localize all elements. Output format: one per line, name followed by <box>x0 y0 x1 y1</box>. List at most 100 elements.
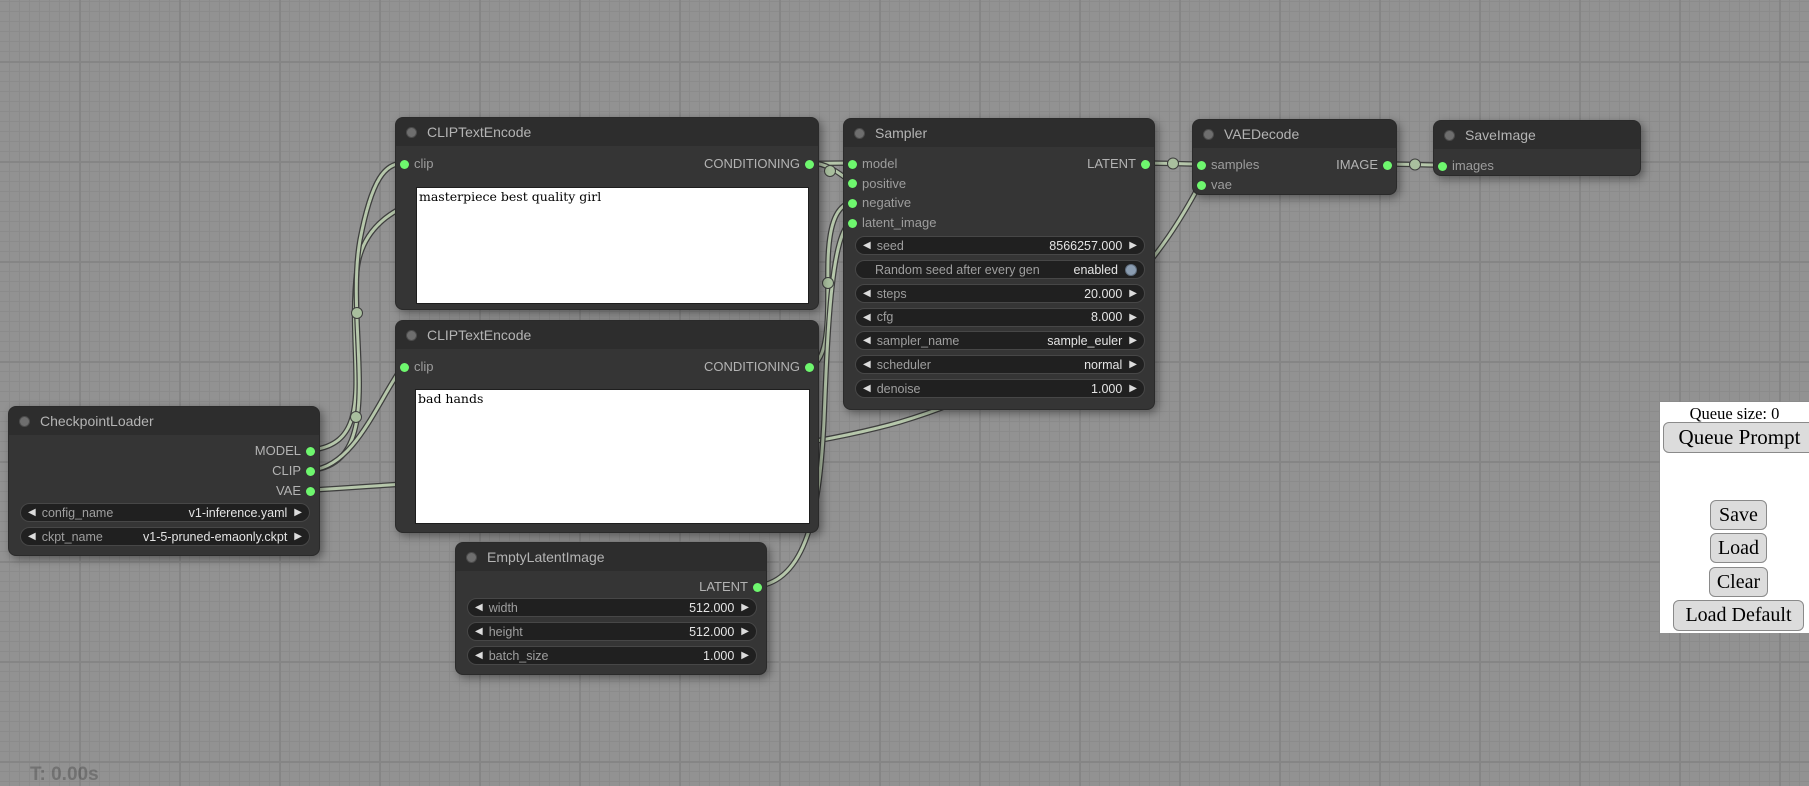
widget-height[interactable]: ◀ height 512.000 ▶ <box>467 622 757 641</box>
widget-cfg[interactable]: ◀ cfg 8.000 ▶ <box>855 308 1145 327</box>
input-slot-latent-image[interactable]: latent_image <box>844 213 936 233</box>
collapse-dot-icon[interactable] <box>19 416 30 427</box>
decrement-arrow-icon[interactable]: ◀ <box>863 380 871 397</box>
decrement-arrow-icon[interactable]: ◀ <box>863 237 871 254</box>
output-slot-model[interactable]: MODEL <box>9 441 319 461</box>
increment-arrow-icon[interactable]: ▶ <box>1129 380 1137 397</box>
prompt-textarea[interactable]: bad hands <box>415 389 810 524</box>
node-checkpoint-loader[interactable]: CheckpointLoader MODEL CLIP VAE ◀ config… <box>8 406 320 556</box>
clear-button[interactable]: Clear <box>1709 567 1768 597</box>
load-button[interactable]: Load <box>1710 533 1767 563</box>
save-button[interactable]: Save <box>1710 500 1767 530</box>
node-empty-latent-image[interactable]: EmptyLatentImage LATENT ◀ width 512.000 … <box>455 542 767 675</box>
input-slot-negative[interactable]: negative <box>844 193 911 213</box>
node-title-bar[interactable]: VAEDecode <box>1193 120 1396 148</box>
collapse-dot-icon[interactable] <box>1203 129 1214 140</box>
output-dot-icon[interactable] <box>805 160 814 169</box>
input-slot-positive[interactable]: positive <box>844 174 906 194</box>
comfyui-canvas[interactable]: { "canvas": { "status_text": "T: 0.00s" … <box>0 0 1809 782</box>
node-title-bar[interactable]: SaveImage <box>1434 121 1640 149</box>
node-title-bar[interactable]: EmptyLatentImage <box>456 543 766 571</box>
input-slot-clip[interactable]: clip <box>396 154 434 174</box>
decrement-arrow-icon[interactable]: ◀ <box>863 332 871 349</box>
collapse-dot-icon[interactable] <box>406 330 417 341</box>
input-dot-icon[interactable] <box>1438 162 1447 171</box>
widget-width[interactable]: ◀ width 512.000 ▶ <box>467 598 757 617</box>
input-dot-icon[interactable] <box>848 199 857 208</box>
input-dot-icon[interactable] <box>1197 161 1206 170</box>
node-vae-decode[interactable]: VAEDecode samples vae IMAGE <box>1192 119 1397 195</box>
output-slot-clip[interactable]: CLIP <box>9 461 319 481</box>
output-slot-latent[interactable]: LATENT <box>456 577 766 597</box>
widget-sampler-name[interactable]: ◀ sampler_name sample_euler ▶ <box>855 331 1145 350</box>
widget-steps[interactable]: ◀ steps 20.000 ▶ <box>855 284 1145 303</box>
decrement-arrow-icon[interactable]: ◀ <box>28 504 36 521</box>
increment-arrow-icon[interactable]: ▶ <box>1129 285 1137 302</box>
input-slot-model[interactable]: model <box>844 154 897 174</box>
node-title-bar[interactable]: CLIPTextEncode <box>396 321 818 349</box>
increment-arrow-icon[interactable]: ▶ <box>294 504 302 521</box>
node-title-bar[interactable]: CLIPTextEncode <box>396 118 818 146</box>
output-slot-conditioning[interactable]: CONDITIONING <box>596 154 818 174</box>
increment-arrow-icon[interactable]: ▶ <box>294 528 302 545</box>
prompt-textarea[interactable]: masterpiece best quality girl <box>416 187 809 304</box>
node-clip-text-encode-negative[interactable]: CLIPTextEncode clip CONDITIONING bad han… <box>395 320 819 533</box>
widget-ckpt-name[interactable]: ◀ ckpt_name v1-5-pruned-emaonly.ckpt ▶ <box>20 527 310 546</box>
output-slot-vae[interactable]: VAE <box>9 481 319 501</box>
collapse-dot-icon[interactable] <box>1444 130 1455 141</box>
widget-seed[interactable]: ◀ seed 8566257.000 ▶ <box>855 236 1145 255</box>
input-slot-images[interactable]: images <box>1434 156 1494 176</box>
node-clip-text-encode-positive[interactable]: CLIPTextEncode clip CONDITIONING masterp… <box>395 117 819 310</box>
toggle-circle-icon[interactable] <box>1125 264 1137 276</box>
output-dot-icon[interactable] <box>805 363 814 372</box>
increment-arrow-icon[interactable]: ▶ <box>1129 237 1137 254</box>
input-dot-icon[interactable] <box>848 179 857 188</box>
output-dot-icon[interactable] <box>753 583 762 592</box>
node-save-image[interactable]: SaveImage images <box>1433 120 1641 176</box>
output-dot-icon[interactable] <box>1383 161 1392 170</box>
input-dot-icon[interactable] <box>848 160 857 169</box>
input-slot-samples[interactable]: samples <box>1193 155 1259 175</box>
increment-arrow-icon[interactable]: ▶ <box>741 599 749 616</box>
widget-label: seed <box>877 239 904 253</box>
load-default-button[interactable]: Load Default <box>1673 600 1804 631</box>
increment-arrow-icon[interactable]: ▶ <box>1129 309 1137 326</box>
decrement-arrow-icon[interactable]: ◀ <box>863 309 871 326</box>
input-slot-clip[interactable]: clip <box>396 357 434 377</box>
decrement-arrow-icon[interactable]: ◀ <box>863 285 871 302</box>
increment-arrow-icon[interactable]: ▶ <box>741 623 749 640</box>
queue-prompt-button[interactable]: Queue Prompt <box>1663 422 1809 453</box>
decrement-arrow-icon[interactable]: ◀ <box>863 356 871 373</box>
output-dot-icon[interactable] <box>306 447 315 456</box>
input-dot-icon[interactable] <box>848 219 857 228</box>
widget-label: sampler_name <box>877 334 960 348</box>
node-sampler[interactable]: Sampler model positive negative latent_i… <box>843 118 1155 410</box>
widget-denoise[interactable]: ◀ denoise 1.000 ▶ <box>855 379 1145 398</box>
input-dot-icon[interactable] <box>400 363 409 372</box>
node-title-bar[interactable]: CheckpointLoader <box>9 407 319 435</box>
increment-arrow-icon[interactable]: ▶ <box>741 647 749 664</box>
node-title-bar[interactable]: Sampler <box>844 119 1154 147</box>
input-dot-icon[interactable] <box>1197 181 1206 190</box>
widget-scheduler[interactable]: ◀ scheduler normal ▶ <box>855 355 1145 374</box>
collapse-dot-icon[interactable] <box>466 552 477 563</box>
output-dot-icon[interactable] <box>306 467 315 476</box>
decrement-arrow-icon[interactable]: ◀ <box>475 623 483 640</box>
decrement-arrow-icon[interactable]: ◀ <box>475 599 483 616</box>
output-dot-icon[interactable] <box>1141 160 1150 169</box>
input-dot-icon[interactable] <box>400 160 409 169</box>
collapse-dot-icon[interactable] <box>854 128 865 139</box>
increment-arrow-icon[interactable]: ▶ <box>1129 332 1137 349</box>
widget-random-seed-toggle[interactable]: Random seed after every gen enabled <box>855 260 1145 279</box>
input-slot-vae[interactable]: vae <box>1193 175 1232 195</box>
output-slot-image[interactable]: IMAGE <box>1283 155 1396 175</box>
decrement-arrow-icon[interactable]: ◀ <box>28 528 36 545</box>
decrement-arrow-icon[interactable]: ◀ <box>475 647 483 664</box>
output-slot-latent[interactable]: LATENT <box>994 154 1154 174</box>
collapse-dot-icon[interactable] <box>406 127 417 138</box>
output-dot-icon[interactable] <box>306 487 315 496</box>
widget-config-name[interactable]: ◀ config_name v1-inference.yaml ▶ <box>20 503 310 522</box>
increment-arrow-icon[interactable]: ▶ <box>1129 356 1137 373</box>
widget-batch-size[interactable]: ◀ batch_size 1.000 ▶ <box>467 646 757 665</box>
output-slot-conditioning[interactable]: CONDITIONING <box>596 357 818 377</box>
